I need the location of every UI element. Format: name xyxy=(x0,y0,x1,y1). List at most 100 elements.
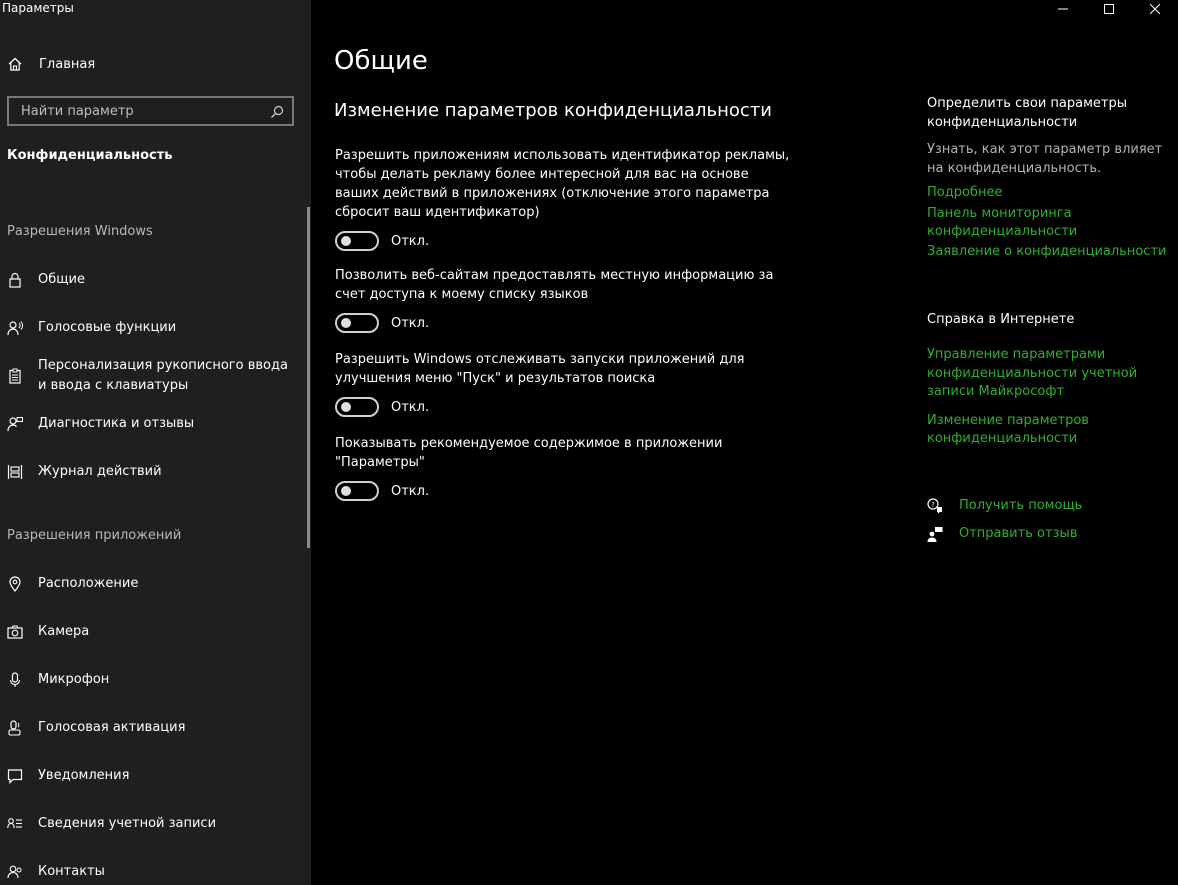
sidebar-item-label: Персонализация рукописного ввода и ввода… xyxy=(38,358,288,393)
sidebar-item-label: Главная xyxy=(39,56,96,72)
feedback-person-icon xyxy=(7,416,23,432)
maximize-icon xyxy=(1104,0,1114,18)
setting-advertising-id: Разрешить приложениям использовать идент… xyxy=(335,146,795,251)
feedback-icon xyxy=(927,526,943,542)
sidebar-item-label: Контакты xyxy=(38,864,105,879)
learn-more-link[interactable]: Подробнее xyxy=(927,184,1177,203)
sidebar-item-label: Общие xyxy=(38,272,85,287)
sidebar-item-microphone[interactable]: Микрофон xyxy=(7,670,297,690)
privacy-heading: Определить свои параметры конфиденциальн… xyxy=(927,96,1128,130)
group-title-apps: Разрешения приложений xyxy=(7,528,182,543)
clipboard-icon xyxy=(7,368,23,384)
send-feedback-link[interactable]: Отправить отзыв xyxy=(927,526,1177,542)
contacts-icon xyxy=(7,864,23,880)
timeline-icon xyxy=(7,464,23,480)
setting-description: Разрешить приложениям использовать идент… xyxy=(335,148,790,220)
search-icon[interactable] xyxy=(270,104,284,118)
setting-description: Показывать рекомендуемое содержимое в пр… xyxy=(335,436,723,470)
sidebar-item-location[interactable]: Расположение xyxy=(7,574,297,594)
related-info-panel: Определить свои параметры конфиденциальн… xyxy=(927,94,1177,542)
language-list-toggle[interactable] xyxy=(335,313,379,333)
sidebar-item-voice-activation[interactable]: Голосовая активация xyxy=(7,718,297,738)
toggle-row: Откл. xyxy=(335,231,795,251)
svg-text:?: ? xyxy=(931,500,935,508)
privacy-links: Подробнее Панель мониторинга конфиденциа… xyxy=(927,184,1177,261)
sidebar-item-general[interactable]: Общие xyxy=(7,270,297,290)
setting-language-list: Позволить веб-сайтам предоставлять местн… xyxy=(335,266,795,333)
help-heading: Справка в Интернете xyxy=(927,312,1075,327)
settings-window: Параметры Главная Конфиденциальность Раз… xyxy=(0,0,1178,885)
advertising-id-toggle[interactable] xyxy=(335,231,379,251)
setting-description: Позволить веб-сайтам предоставлять местн… xyxy=(335,268,774,302)
manage-account-privacy-link[interactable]: Управление параметрами конфиденциальност… xyxy=(927,346,1177,402)
help-chat-icon: ? xyxy=(927,497,943,514)
window-controls xyxy=(1040,0,1178,16)
sidebar-item-notifications[interactable]: Уведомления xyxy=(7,766,297,786)
setting-description: Разрешить Windows отслеживать запуски пр… xyxy=(335,352,745,386)
sidebar: Параметры Главная Конфиденциальность Раз… xyxy=(0,0,311,885)
main-content: Общие Изменение параметров конфиденциаль… xyxy=(311,0,1178,885)
sidebar-scrollbar[interactable] xyxy=(307,207,310,548)
toggle-knob xyxy=(341,318,351,328)
camera-icon xyxy=(7,624,23,640)
toggle-knob xyxy=(341,486,351,496)
change-privacy-settings-link[interactable]: Изменение параметров конфиденциальности xyxy=(927,412,1177,449)
toggle-state-label: Откл. xyxy=(391,483,430,499)
sidebar-item-label: Голосовая активация xyxy=(38,720,186,735)
close-icon xyxy=(1149,0,1161,18)
send-feedback-label: Отправить отзыв xyxy=(959,526,1078,541)
app-launch-tracking-toggle[interactable] xyxy=(335,397,379,417)
microphone-icon xyxy=(7,672,23,688)
minimize-button[interactable] xyxy=(1040,0,1086,16)
sidebar-item-activity-history[interactable]: Журнал действий xyxy=(7,462,297,482)
page-title: Общие xyxy=(334,46,428,76)
setting-suggested-content: Показывать рекомендуемое содержимое в пр… xyxy=(335,434,795,501)
sidebar-item-inking-typing[interactable]: Персонализация рукописного ввода и ввода… xyxy=(7,356,297,396)
home-icon xyxy=(7,56,23,72)
sidebar-item-label: Микрофон xyxy=(38,672,110,687)
section-title: Изменение параметров конфиденциальности xyxy=(334,100,772,121)
sidebar-item-label: Уведомления xyxy=(38,768,130,783)
sidebar-item-label: Голосовые функции xyxy=(38,320,177,335)
toggle-row: Откл. xyxy=(335,481,795,501)
privacy-text: Узнать, как этот параметр влияет на конф… xyxy=(927,142,1163,176)
search-input[interactable] xyxy=(19,102,270,120)
suggested-content-toggle[interactable] xyxy=(335,481,379,501)
sidebar-item-contacts[interactable]: Контакты xyxy=(7,862,297,882)
get-help-label: Получить помощь xyxy=(959,498,1083,513)
app-title: Параметры xyxy=(2,1,74,15)
account-info-icon xyxy=(7,816,23,832)
sidebar-item-label: Сведения учетной записи xyxy=(38,816,217,831)
toggle-row: Откл. xyxy=(335,397,795,417)
get-help-link[interactable]: ? Получить помощь xyxy=(927,497,1177,514)
toggle-state-label: Откл. xyxy=(391,399,430,415)
sidebar-item-label: Журнал действий xyxy=(38,464,162,479)
toggle-knob xyxy=(341,236,351,246)
sidebar-item-home[interactable]: Главная xyxy=(7,53,95,75)
toggle-knob xyxy=(341,402,351,412)
toggle-state-label: Откл. xyxy=(391,315,430,331)
notification-icon xyxy=(7,768,23,784)
close-button[interactable] xyxy=(1132,0,1178,16)
minimize-icon xyxy=(1058,0,1068,18)
sidebar-item-label: Камера xyxy=(38,624,90,639)
sidebar-item-diagnostics[interactable]: Диагностика и отзывы xyxy=(7,414,297,434)
voice-activation-icon xyxy=(7,720,23,736)
sidebar-item-camera[interactable]: Камера xyxy=(7,622,297,642)
sidebar-item-label: Расположение xyxy=(38,576,139,591)
sidebar-item-label: Диагностика и отзывы xyxy=(38,416,195,431)
toggle-row: Откл. xyxy=(335,313,795,333)
maximize-button[interactable] xyxy=(1086,0,1132,16)
lock-icon xyxy=(7,272,23,288)
location-icon xyxy=(7,576,23,592)
current-section-title: Конфиденциальность xyxy=(7,148,173,163)
sidebar-item-account-info[interactable]: Сведения учетной записи xyxy=(7,814,297,834)
setting-app-launch-tracking: Разрешить Windows отслеживать запуски пр… xyxy=(335,350,795,417)
privacy-dashboard-link[interactable]: Панель мониторинга конфиденциальности xyxy=(927,205,1177,242)
privacy-statement-link[interactable]: Заявление о конфиденциальности xyxy=(927,243,1177,262)
search-box[interactable] xyxy=(7,96,294,126)
help-links: Управление параметрами конфиденциальност… xyxy=(927,346,1177,449)
toggle-state-label: Откл. xyxy=(391,233,430,249)
sidebar-item-speech[interactable]: Голосовые функции xyxy=(7,318,297,338)
speech-icon xyxy=(7,320,23,336)
